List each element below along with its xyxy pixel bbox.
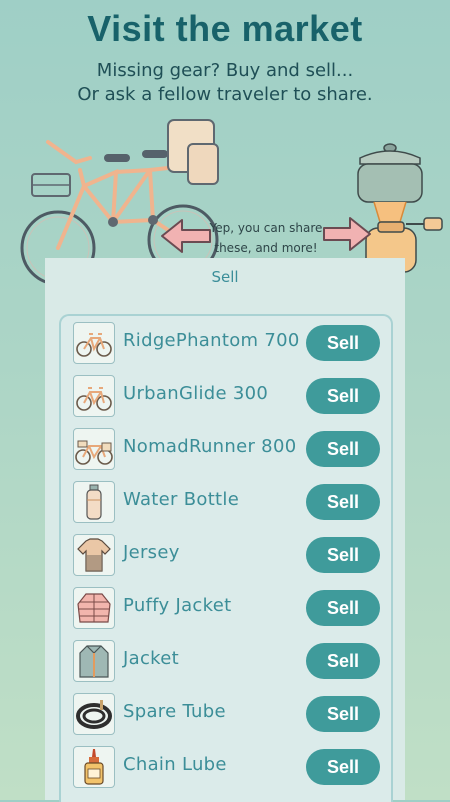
sell-button[interactable]: Sell [306, 749, 380, 785]
item-label: Spare Tube [123, 701, 226, 722]
sell-button[interactable]: Sell [306, 325, 380, 361]
sell-button[interactable]: Sell [306, 378, 380, 414]
jacket-icon [73, 640, 115, 682]
item-label: Jersey [123, 542, 180, 563]
list-item: Water Bottle Sell [61, 475, 391, 527]
puffy-jacket-icon [73, 587, 115, 629]
item-label: RidgePhantom 700 [123, 330, 300, 351]
list-item: Chain Lube Sell [61, 740, 391, 792]
sell-button[interactable]: Sell [306, 431, 380, 467]
item-label: UrbanGlide 300 [123, 383, 269, 404]
item-label: Chain Lube [123, 754, 227, 775]
sell-button[interactable]: Sell [306, 537, 380, 573]
share-caption: Yep, you can share these, and more! [205, 218, 327, 258]
list-item: NomadRunner 800 Sell [61, 422, 391, 474]
sell-panel-header: Sell [211, 268, 239, 286]
item-label: NomadRunner 800 [123, 436, 297, 457]
item-label: Water Bottle [123, 489, 240, 510]
lube-bottle-icon [73, 746, 115, 788]
list-item: Spare Tube Sell [61, 687, 391, 739]
sell-panel: Sell RidgePhantom 700 Sell UrbanGlide 30… [45, 258, 405, 802]
item-label: Puffy Jacket [123, 595, 232, 616]
sell-item-list[interactable]: RidgePhantom 700 Sell UrbanGlide 300 Sel… [59, 314, 393, 802]
sell-button[interactable]: Sell [306, 696, 380, 732]
water-bottle-icon [73, 481, 115, 523]
list-item: Puffy Jacket Sell [61, 581, 391, 633]
list-item: Jersey Sell [61, 528, 391, 580]
page-title: Visit the market [87, 8, 363, 49]
right-arrow-icon [323, 217, 371, 251]
list-item: Jacket Sell [61, 634, 391, 686]
list-item: RidgePhantom 700 Sell [61, 316, 391, 368]
subtitle-line-2: Or ask a fellow traveler to share. [77, 84, 373, 105]
list-item: UrbanGlide 300 Sell [61, 369, 391, 421]
sell-button[interactable]: Sell [306, 643, 380, 679]
bike-icon [73, 322, 115, 364]
tube-icon [73, 693, 115, 735]
touring-bike-icon [73, 428, 115, 470]
sell-button[interactable]: Sell [306, 590, 380, 626]
jersey-icon [73, 534, 115, 576]
subtitle-line-1: Missing gear? Buy and sell... [96, 60, 354, 81]
sell-button[interactable]: Sell [306, 484, 380, 520]
item-label: Jacket [123, 648, 179, 669]
share-caption-line-1: Yep, you can share [209, 221, 323, 235]
share-caption-line-2: these, and more! [214, 241, 318, 255]
bike-icon [73, 375, 115, 417]
